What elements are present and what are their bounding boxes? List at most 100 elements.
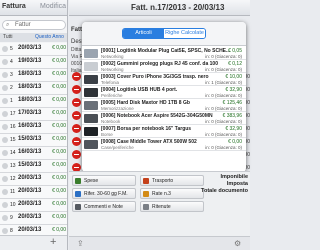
invoice-list-item[interactable]: 3 18/03/13 € 0,00 xyxy=(0,69,67,82)
product-thumbnail xyxy=(84,62,98,71)
article-category: Case/periferiche xyxy=(101,145,134,150)
footer-button-icon xyxy=(75,178,81,184)
edit-button[interactable]: Modifica xyxy=(40,3,66,10)
article-stock: in: 1 (Giacenza: 0) xyxy=(205,80,242,85)
invoice-list-item[interactable]: 15 15/03/13 € 0,00 xyxy=(0,134,67,147)
status-dot xyxy=(2,163,8,169)
status-dot xyxy=(2,137,8,143)
article-item[interactable]: [0006] Notebook Acer Aspire 5542G-304G50… xyxy=(82,112,246,125)
footer-button-icon xyxy=(143,204,149,210)
invoice-list-item[interactable]: 2 18/03/13 € 0,00 xyxy=(0,82,67,95)
invoice-date: 17/03/13 xyxy=(18,110,42,116)
invoice-number: 11 xyxy=(10,189,16,195)
popover-header: Articoli Righe Calcolate xyxy=(82,22,246,46)
totals-panel: Imponibile Imposta Totale documento xyxy=(201,172,250,227)
article-category: Memorizzazione xyxy=(101,106,134,111)
total-document: Totale documento xyxy=(201,188,248,194)
delete-row-button[interactable] xyxy=(72,124,81,133)
invoice-amount: € 0,00 xyxy=(52,45,66,51)
filter-all[interactable]: Tutti xyxy=(3,34,13,40)
invoice-number: 5 xyxy=(10,46,13,52)
invoice-list-item[interactable]: 14 16/03/13 € 0,00 xyxy=(0,147,67,160)
segment-calculated-rows[interactable]: Righe Calcolate xyxy=(164,29,205,38)
share-icon[interactable]: ⇪ xyxy=(77,239,84,248)
filter-bar: Tutti Questo Anno xyxy=(0,33,67,42)
delete-row-button[interactable] xyxy=(72,137,81,146)
invoice-list-item[interactable]: 5 20/03/13 € 0,00 xyxy=(0,43,67,56)
filter-this-year[interactable]: Questo Anno xyxy=(35,34,64,40)
article-category: Networking xyxy=(101,54,124,59)
product-thumbnail xyxy=(84,101,98,110)
invoice-list-item[interactable]: 9 20/03/13 € 0,00 xyxy=(0,212,67,225)
invoice-list-item[interactable]: 11 20/03/13 € 0,00 xyxy=(0,186,67,199)
status-dot xyxy=(2,111,8,117)
invoice-list-item[interactable]: 13 15/03/13 € 0,00 xyxy=(0,160,67,173)
invoice-amount: € 0,00 xyxy=(52,84,66,90)
invoice-amount: € 0,00 xyxy=(52,227,66,233)
article-item[interactable]: [0007] Borsa per notebook 16" Targus Bors… xyxy=(82,125,246,138)
search-icon: ⌕ xyxy=(6,22,10,28)
delete-row-button[interactable] xyxy=(72,72,81,81)
invoice-amount: € 0,00 xyxy=(52,214,66,220)
invoice-number: 3 xyxy=(10,72,13,78)
invoice-list-item[interactable]: 12 20/03/13 € 0,00 xyxy=(0,173,67,186)
footer-button[interactable]: Spese xyxy=(72,175,136,186)
invoice-list-item[interactable]: 17 17/03/13 € 0,00 xyxy=(0,108,67,121)
invoice-date: 16/03/13 xyxy=(18,149,42,155)
article-stock: in: 0 (Giacenza: 0) xyxy=(205,67,242,72)
footer-button[interactable]: Commenti e Note xyxy=(72,201,136,212)
article-item[interactable]: [0004] Logitink USB HUB 4 port. Periferic… xyxy=(82,86,246,99)
invoice-amount: € 0,00 xyxy=(52,149,66,155)
invoice-number: 17 xyxy=(10,111,16,117)
footer-button[interactable]: Rifer. 30-60 gg F.M. xyxy=(72,188,136,199)
footer-button[interactable]: Trasporto xyxy=(140,175,204,186)
footer-button-label: Spese xyxy=(84,178,99,184)
search-text: Fattur xyxy=(15,22,31,28)
article-stock: in: 0 (Giacenza: 0) xyxy=(205,54,242,59)
delete-row-button[interactable] xyxy=(72,150,81,159)
invoice-number: 13 xyxy=(10,163,16,169)
invoice-amount: € 0,00 xyxy=(52,97,66,103)
total-tax: Imposta xyxy=(226,181,248,187)
invoice-date: 20/03/13 xyxy=(18,214,42,220)
invoice-number: 15 xyxy=(10,137,16,143)
article-item[interactable]: [0008] Case Middle Tower ATX 500W 502 Cas… xyxy=(82,138,246,151)
footer-button[interactable]: Rate n.3 xyxy=(140,188,204,199)
delete-row-button[interactable] xyxy=(72,98,81,107)
invoice-date: 18/03/13 xyxy=(18,97,42,103)
status-dot xyxy=(2,228,8,234)
article-category: Borse xyxy=(101,132,113,137)
invoice-date: 18/03/13 xyxy=(18,71,42,77)
article-item[interactable]: [0002] Gummini prolegg plugs RJ 45 conf.… xyxy=(82,60,246,73)
invoice-amount: € 0,00 xyxy=(52,188,66,194)
invoice-list-item[interactable]: 1 18/03/13 € 0,00 xyxy=(0,95,67,108)
invoice-list-item[interactable]: 16 16/03/13 € 0,00 xyxy=(0,121,67,134)
footer-button-label: Rate n.3 xyxy=(152,191,171,197)
status-dot xyxy=(2,46,8,52)
footer-button-icon xyxy=(143,178,149,184)
delete-row-button[interactable] xyxy=(72,85,81,94)
invoice-list-item[interactable]: 10 20/03/13 € 0,00 xyxy=(0,199,67,212)
invoice-number: 9 xyxy=(10,215,13,221)
invoice-number: 2 xyxy=(10,85,13,91)
invoice-number: 4 xyxy=(10,59,13,65)
article-picker-popover: Articoli Righe Calcolate [0001] Logitink… xyxy=(82,22,246,172)
footer-button[interactable]: Ritenute xyxy=(140,201,204,212)
article-item[interactable]: [0001] Logitink Modular Plug Cat5E, SPSC… xyxy=(82,47,246,60)
invoice-amount: € 0,00 xyxy=(52,58,66,64)
invoice-date: 20/03/13 xyxy=(18,227,42,233)
add-icon[interactable]: + xyxy=(50,236,56,248)
invoice-list-item[interactable]: 4 19/03/13 € 0,00 xyxy=(0,56,67,69)
search-input[interactable]: ⌕ Fattur xyxy=(2,20,66,30)
article-item[interactable]: [0005] Hard Disk Maxtor HD 1TB 8 Gb Memor… xyxy=(82,99,246,112)
delete-row-button[interactable] xyxy=(72,111,81,120)
status-dot xyxy=(2,59,8,65)
segment-articles[interactable]: Articoli xyxy=(123,29,164,38)
invoice-number: 10 xyxy=(10,202,16,208)
article-stock: in: 0 (Giacenza: 0) xyxy=(205,93,242,98)
total-taxable: Imponibile xyxy=(220,174,249,180)
invoice-amount: € 0,00 xyxy=(52,162,66,168)
article-item[interactable]: [0003] Cover Puro iPhone 3G/3GS trasp. n… xyxy=(82,73,246,86)
invoice-number: 8 xyxy=(10,228,13,234)
settings-icon[interactable]: ⚙ xyxy=(234,239,241,248)
